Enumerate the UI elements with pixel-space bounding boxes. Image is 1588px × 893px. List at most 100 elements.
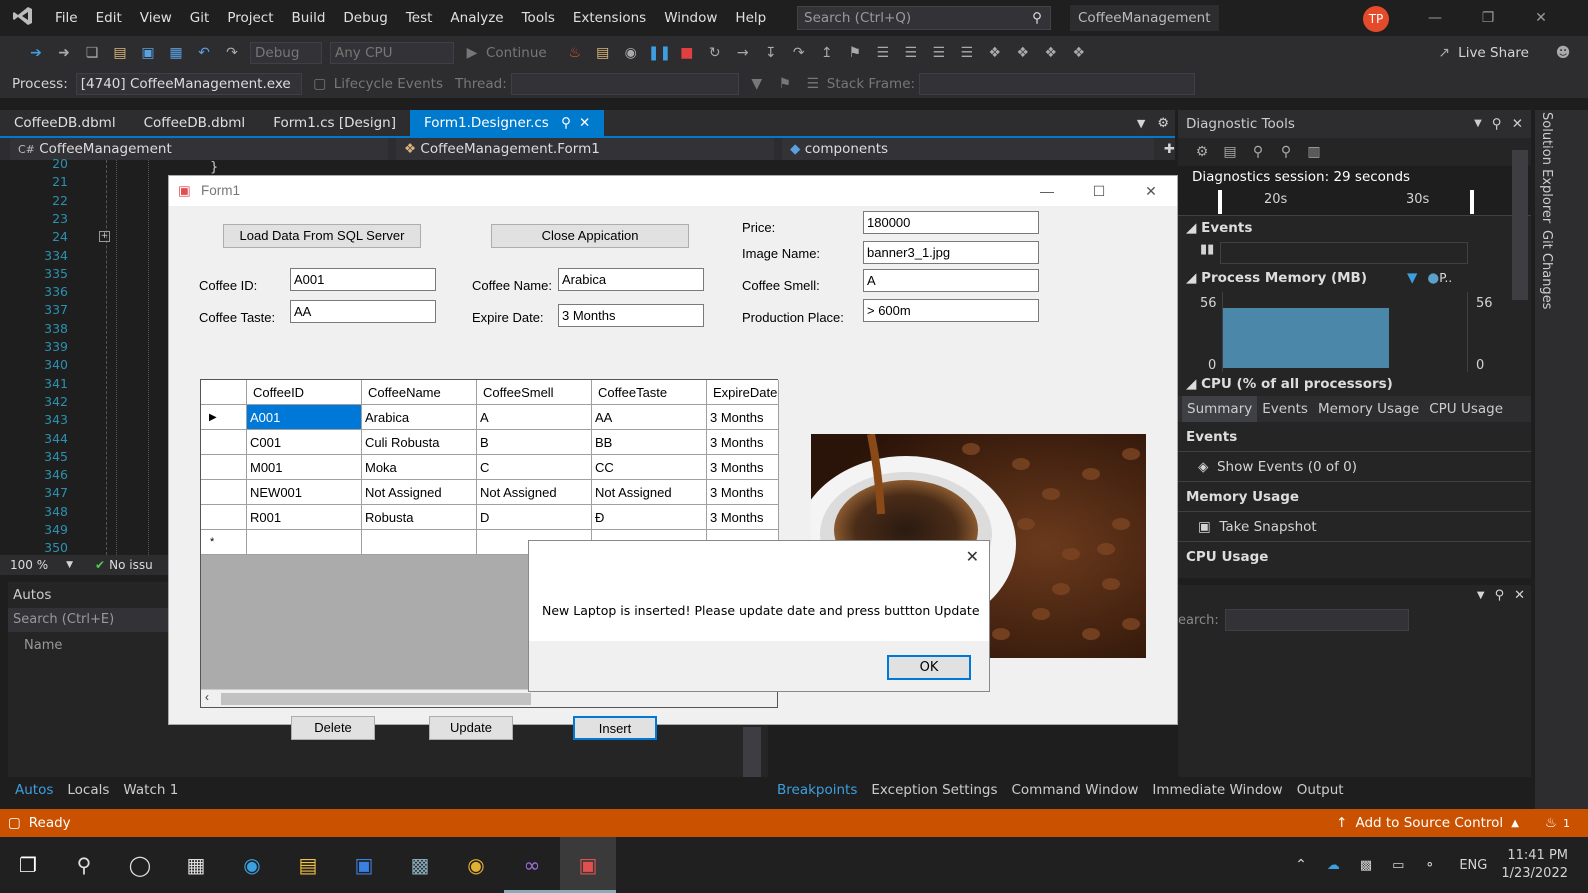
file-explorer-icon[interactable]: ▤ — [280, 837, 336, 893]
indent-icon[interactable]: ☰ — [872, 42, 894, 64]
delete-button[interactable]: Delete — [291, 716, 375, 740]
coffee-smell-input[interactable]: A — [863, 269, 1039, 292]
update-button[interactable]: Update — [429, 716, 513, 740]
grid-cell[interactable]: Đ — [592, 505, 707, 530]
grid-cell[interactable]: Moka — [362, 455, 477, 480]
close-panel-icon[interactable]: ✕ — [1512, 110, 1523, 138]
open-folder-icon[interactable]: ▤ — [109, 42, 131, 64]
feedback-icon[interactable]: ☻ — [1552, 42, 1574, 64]
debug-tab-watch-1[interactable]: Watch 1 — [116, 779, 185, 801]
screenshot-icon[interactable]: ◉ — [620, 42, 642, 64]
step-over-icon[interactable]: ↷ — [788, 42, 810, 64]
menu-project[interactable]: Project — [218, 0, 282, 36]
zoom-level[interactable]: 100 % — [10, 558, 48, 572]
lifecycle-label[interactable]: Lifecycle Events — [334, 76, 443, 92]
close-application-button[interactable]: Close Appication — [491, 224, 689, 248]
issues-label[interactable]: No issu — [109, 558, 153, 572]
grid-column-header[interactable]: CoffeeSmell — [477, 380, 592, 405]
cpu-section[interactable]: ◢ CPU (% of all processors) — [1178, 372, 1531, 396]
grid-corner[interactable] — [201, 380, 247, 405]
grid-cell[interactable]: A001 — [247, 405, 362, 430]
close-window-button[interactable]: ✕ — [1518, 0, 1564, 36]
debug-tab-breakpoints[interactable]: Breakpoints — [770, 779, 864, 801]
solution-explorer-tab[interactable]: Solution Explorer — [1539, 112, 1554, 223]
filter-icon[interactable]: ▼ — [746, 73, 768, 95]
export-icon[interactable]: ▤ — [1219, 141, 1241, 163]
diag-tab-summary[interactable]: Summary — [1182, 396, 1258, 422]
zoom-out-icon[interactable]: ⚲ — [1275, 141, 1297, 163]
clock[interactable]: 11:41 PM 1/23/2022 — [1501, 847, 1568, 883]
clear-bookmark-icon[interactable]: ❖ — [1068, 42, 1090, 64]
browse-icon[interactable]: ▤ — [592, 42, 614, 64]
grid-column-header[interactable]: CoffeeTaste — [592, 380, 707, 405]
grid-cell[interactable]: Not Assigned — [477, 480, 592, 505]
usb-icon[interactable]: ▩ — [1360, 858, 1372, 873]
stop-icon[interactable]: ■ — [676, 42, 698, 64]
grid-column-header[interactable]: CoffeeName — [362, 380, 477, 405]
menu-window[interactable]: Window — [655, 0, 726, 36]
table-row[interactable]: NEW001 Not Assigned Not Assigned Not Assign… — [201, 480, 779, 505]
network-app-icon[interactable]: ▩ — [392, 837, 448, 893]
chrome-icon[interactable]: ◉ — [448, 837, 504, 893]
price-input[interactable]: 180000 — [863, 211, 1039, 234]
windows-start-icon[interactable]: ❐ — [0, 837, 56, 893]
add-source-control[interactable]: Add to Source Control — [1355, 815, 1503, 831]
menu-analyze[interactable]: Analyze — [441, 0, 512, 36]
grid-cell[interactable]: M001 — [247, 455, 362, 480]
config-combo[interactable]: Debug — [250, 42, 322, 64]
events-section[interactable]: ◢ Events — [1178, 216, 1531, 240]
pin-icon[interactable]: ⚲ — [1492, 110, 1502, 138]
hot-reload-icon[interactable]: ♨ — [564, 42, 586, 64]
memory-section[interactable]: ◢ Process Memory (MB) ▼ ● P.. — [1178, 266, 1531, 290]
menu-debug[interactable]: Debug — [334, 0, 396, 36]
grid-column-header[interactable]: CoffeeID — [247, 380, 362, 405]
live-share-button[interactable]: Live Share — [1458, 45, 1529, 61]
step-out-icon[interactable]: ↥ — [816, 42, 838, 64]
avatar[interactable]: TP — [1363, 6, 1389, 32]
member-combo[interactable]: ◆ components — [782, 138, 1154, 160]
search-input[interactable]: Search (Ctrl+Q) ⚲ — [797, 6, 1051, 30]
row-header[interactable] — [201, 480, 247, 505]
source-control-icon[interactable]: ↑ — [1336, 815, 1347, 831]
scroll-left-icon[interactable]: ‹ — [205, 690, 209, 704]
continue-label[interactable]: Continue — [486, 45, 547, 61]
grid-cell[interactable]: Culi Robusta — [362, 430, 477, 455]
menu-git[interactable]: Git — [181, 0, 219, 36]
task-view-icon[interactable]: ▦ — [168, 837, 224, 893]
grid-cell[interactable]: Not Assigned — [362, 480, 477, 505]
expire-date-input[interactable]: 3 Months — [558, 304, 704, 327]
battery-icon[interactable]: ▭ — [1392, 858, 1404, 873]
show-hidden-icon[interactable]: ⌃ — [1295, 857, 1307, 873]
row-header[interactable] — [201, 505, 247, 530]
table-row[interactable]: M001 Moka C CC 3 Months — [201, 455, 779, 480]
minimize-button[interactable]: — — [1412, 0, 1458, 36]
grid-cell[interactable]: 3 Months — [707, 480, 779, 505]
timeline-ruler[interactable]: 20s 30s — [1178, 188, 1531, 216]
diag-tab-cpu-usage[interactable]: CPU Usage — [1424, 396, 1508, 422]
grid-cell[interactable]: R001 — [247, 505, 362, 530]
outdent-icon[interactable]: ☰ — [900, 42, 922, 64]
coffee-id-input[interactable]: A001 — [290, 268, 436, 291]
restart-icon[interactable]: ↻ — [704, 42, 726, 64]
menu-help[interactable]: Help — [726, 0, 775, 36]
store-icon[interactable]: ▣ — [336, 837, 392, 893]
grid-cell[interactable]: 3 Months — [707, 505, 779, 530]
grid-cell[interactable]: NEW001 — [247, 480, 362, 505]
debug-tab-output[interactable]: Output — [1290, 779, 1351, 801]
tab-close-icon[interactable]: ✕ — [579, 115, 590, 131]
grid-cell[interactable]: B — [477, 430, 592, 455]
diag-tab-events[interactable]: Events — [1257, 396, 1313, 422]
platform-combo[interactable]: Any CPU — [330, 42, 454, 64]
pause-icon[interactable]: ❚❚ — [648, 42, 671, 64]
table-row[interactable]: R001 Robusta D Đ 3 Months — [201, 505, 779, 530]
tab-2[interactable]: Form1.cs [Design] — [259, 110, 410, 136]
grid-cell[interactable]: 3 Months — [707, 455, 779, 480]
take-snapshot-button[interactable]: ▣ Take Snapshot — [1178, 512, 1531, 542]
menu-test[interactable]: Test — [397, 0, 442, 36]
grid-cell[interactable]: CC — [592, 455, 707, 480]
source-dropdown-icon[interactable]: ▲ — [1511, 818, 1519, 829]
redo-icon[interactable]: ↷ — [221, 42, 243, 64]
grid-cell[interactable]: Robusta — [362, 505, 477, 530]
grid-cell[interactable]: A — [477, 405, 592, 430]
form-app-icon[interactable]: ▣ — [560, 837, 616, 893]
